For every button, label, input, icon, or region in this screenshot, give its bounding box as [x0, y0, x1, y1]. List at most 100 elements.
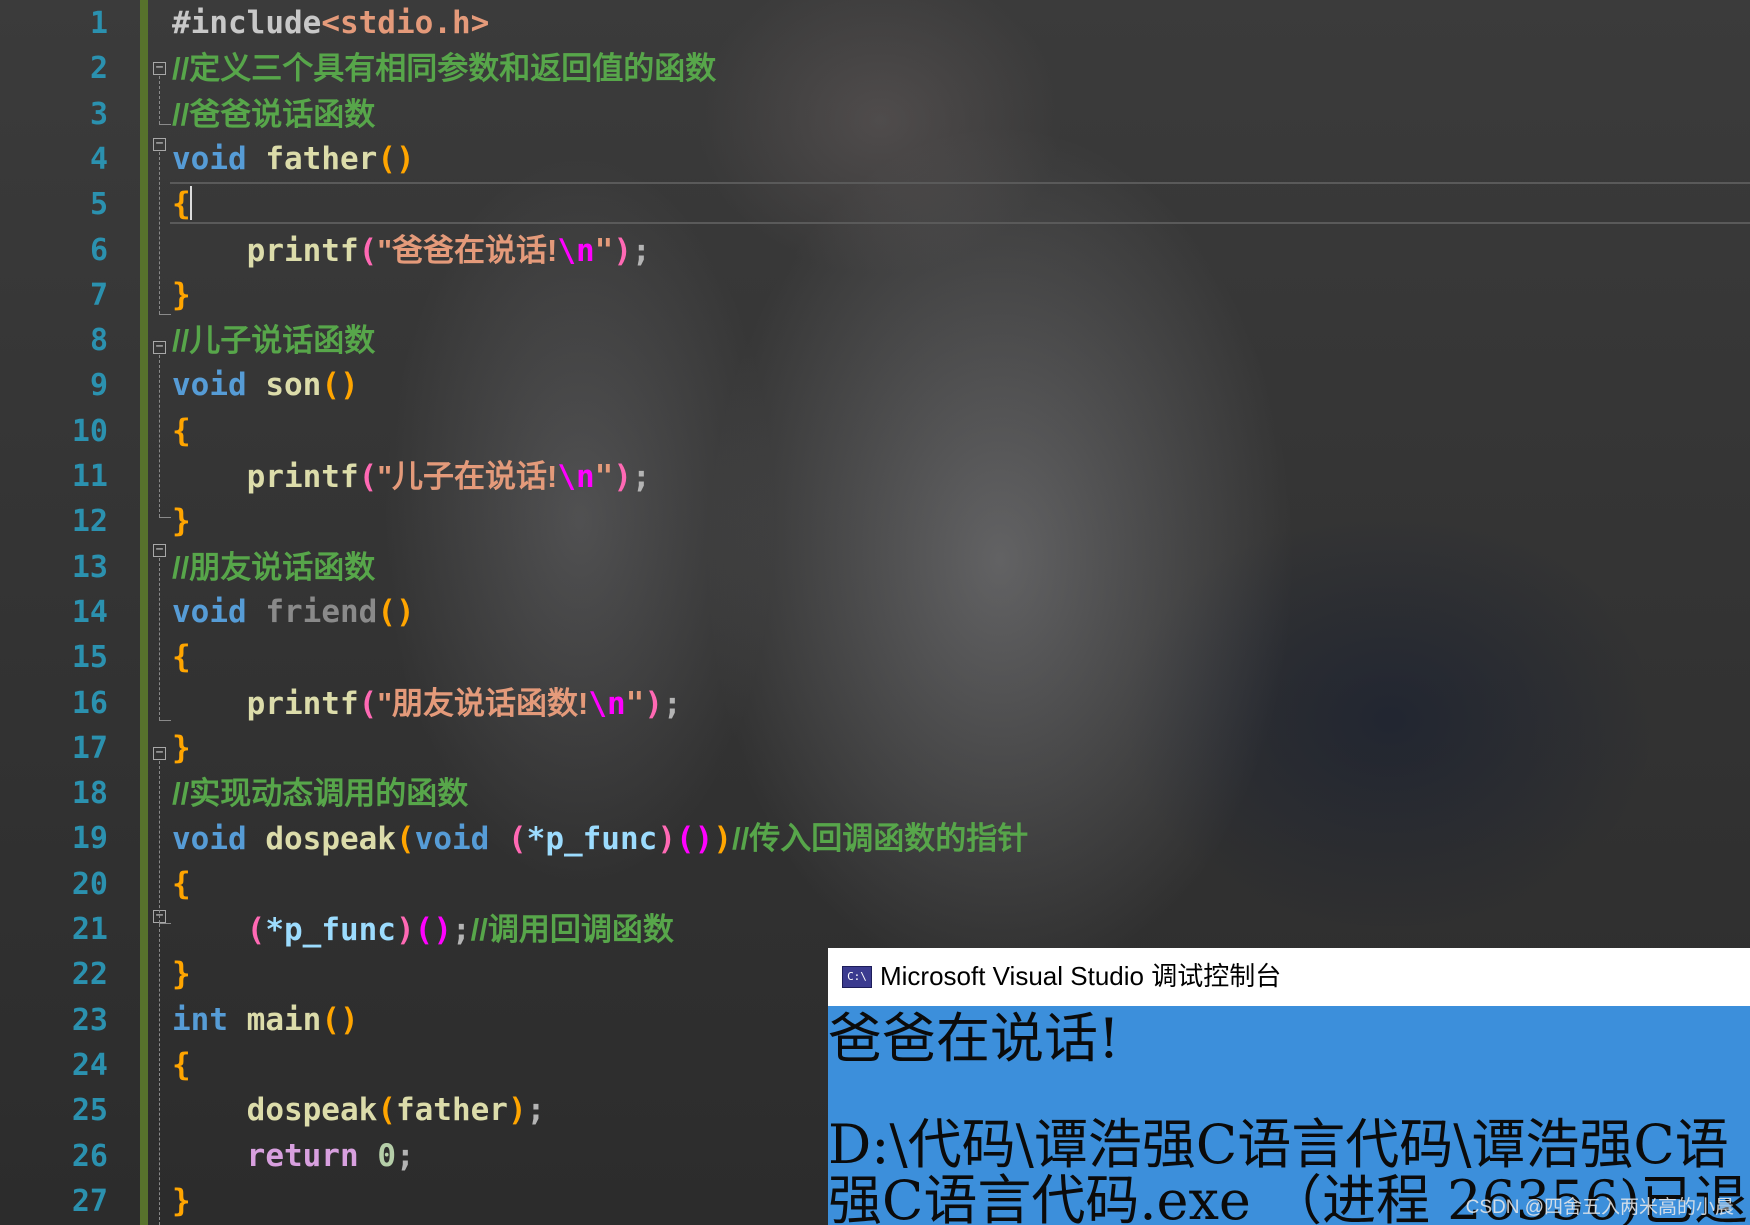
- code-token: //儿子说话函数: [172, 323, 376, 359]
- line-number: 23: [71, 1002, 108, 1038]
- code-line[interactable]: return 0;: [172, 1134, 415, 1179]
- csdn-watermark: CSDN @四舍五入两米高的小晨: [1465, 1197, 1734, 1218]
- code-line[interactable]: //爸爸说话函数: [172, 92, 375, 137]
- code-token: ;: [632, 232, 651, 269]
- code-token: {: [172, 639, 191, 676]
- code-token: }: [172, 956, 191, 993]
- code-line[interactable]: printf("爸爸在说话!\n");: [172, 228, 651, 273]
- code-token: (): [377, 593, 415, 630]
- code-token: ): [613, 459, 633, 495]
- fold-guide-end: [159, 720, 171, 721]
- code-line[interactable]: void father(): [172, 137, 415, 182]
- code-token: (: [395, 821, 415, 858]
- code-line[interactable]: //定义三个具有相同参数和返回值的函数: [172, 46, 716, 91]
- code-token: (): [321, 1001, 359, 1038]
- code-line[interactable]: {: [172, 862, 191, 907]
- fold-guide: [159, 76, 161, 124]
- code-token: father: [395, 1092, 508, 1129]
- line-number: 17: [71, 730, 108, 766]
- code-token: 0: [377, 1137, 396, 1174]
- code-line[interactable]: int main(): [172, 998, 359, 1043]
- code-line[interactable]: {: [172, 409, 191, 454]
- text-caret: [190, 186, 192, 220]
- code-token: father: [265, 140, 378, 177]
- code-token: ): [507, 1092, 527, 1129]
- line-number: 22: [71, 957, 108, 993]
- code-token: (: [246, 912, 266, 948]
- code-line[interactable]: void friend(): [172, 590, 415, 635]
- fold-guide: [159, 558, 161, 720]
- code-line[interactable]: {: [172, 182, 191, 227]
- fold-guide: [159, 152, 161, 314]
- code-token: //实现动态调用的函数: [172, 776, 469, 812]
- code-line[interactable]: (*p_func)();//调用回调函数: [172, 907, 674, 952]
- code-token: int: [172, 1001, 228, 1038]
- code-token: "儿子在说话!: [377, 459, 558, 494]
- code-token: (): [321, 367, 359, 404]
- code-token: ;: [395, 1137, 415, 1174]
- code-line[interactable]: #include<stdio.h>: [172, 1, 489, 46]
- code-line[interactable]: dospeak(father);: [172, 1088, 546, 1133]
- collapse-toggle-comment[interactable]: −: [153, 61, 166, 75]
- line-number: 11: [71, 459, 108, 494]
- code-line[interactable]: {: [172, 1043, 191, 1088]
- code-line[interactable]: }: [172, 1179, 191, 1224]
- code-token: ;: [663, 685, 682, 722]
- code-line[interactable]: }: [172, 726, 191, 771]
- code-line[interactable]: }: [172, 499, 191, 544]
- code-token: }: [172, 276, 191, 313]
- code-token: void: [172, 140, 247, 177]
- line-number: 3: [89, 96, 108, 132]
- code-line[interactable]: }: [172, 273, 191, 318]
- code-token: ;: [526, 1092, 546, 1129]
- code-token: friend: [265, 593, 378, 630]
- code-line[interactable]: printf("儿子在说话!\n");: [172, 454, 651, 499]
- line-number: 19: [71, 821, 108, 857]
- code-token: (: [358, 459, 378, 495]
- debug-console-window[interactable]: C:\ Microsoft Visual Studio 调试控制台 爸爸在说话!…: [828, 948, 1750, 1225]
- code-token: *p_func: [265, 912, 396, 948]
- code-token: "朋友说话函数!: [377, 685, 589, 721]
- line-number: 1: [89, 6, 108, 41]
- line-number: 6: [89, 232, 108, 268]
- code-line[interactable]: //实现动态调用的函数: [172, 771, 468, 816]
- code-token: printf: [246, 459, 359, 495]
- fold-guide: [159, 761, 161, 923]
- line-number: 10: [71, 413, 108, 449]
- code-token: return: [246, 1137, 359, 1174]
- code-token: *p_func: [526, 821, 658, 858]
- code-line[interactable]: {: [172, 635, 191, 680]
- collapse-toggle-dospeak[interactable]: −: [153, 746, 166, 760]
- line-number: 20: [71, 866, 108, 902]
- collapse-toggle-friend[interactable]: −: [153, 543, 166, 557]
- line-number: 14: [71, 594, 108, 630]
- line-number-gutter: 1 2 3 4 5 6 7 8 9 10 11 12 13 14 15 16 17 18 19 20 21 22 23 24 2…: [0, 0, 130, 1225]
- console-output-line: D:\代码\谭浩强C语言代码\谭浩强C语: [828, 1113, 1729, 1176]
- collapse-toggle-father[interactable]: −: [153, 137, 166, 151]
- code-line[interactable]: //儿子说话函数: [172, 318, 375, 363]
- code-token: ;: [632, 459, 651, 495]
- code-line[interactable]: void dospeak(void (*p_func)())//传入回调函数的指…: [172, 816, 1028, 861]
- code-line[interactable]: }: [172, 952, 191, 997]
- code-line[interactable]: void son(): [172, 363, 359, 408]
- code-token: {: [172, 865, 191, 902]
- fold-guide-end: [159, 314, 171, 315]
- code-token: void: [414, 821, 490, 858]
- code-token: //定义三个具有相同参数和返回值的函数: [172, 51, 717, 87]
- code-line[interactable]: //朋友说话函数: [172, 545, 375, 590]
- fold-guide-end: [159, 517, 171, 518]
- console-title-bar[interactable]: C:\ Microsoft Visual Studio 调试控制台: [828, 948, 1750, 1006]
- code-token: ": [594, 232, 614, 269]
- collapse-toggle-son[interactable]: −: [153, 340, 166, 354]
- code-token: ;: [451, 912, 471, 948]
- line-number: 8: [89, 323, 108, 359]
- code-line[interactable]: printf("朋友说话函数!\n");: [172, 681, 682, 726]
